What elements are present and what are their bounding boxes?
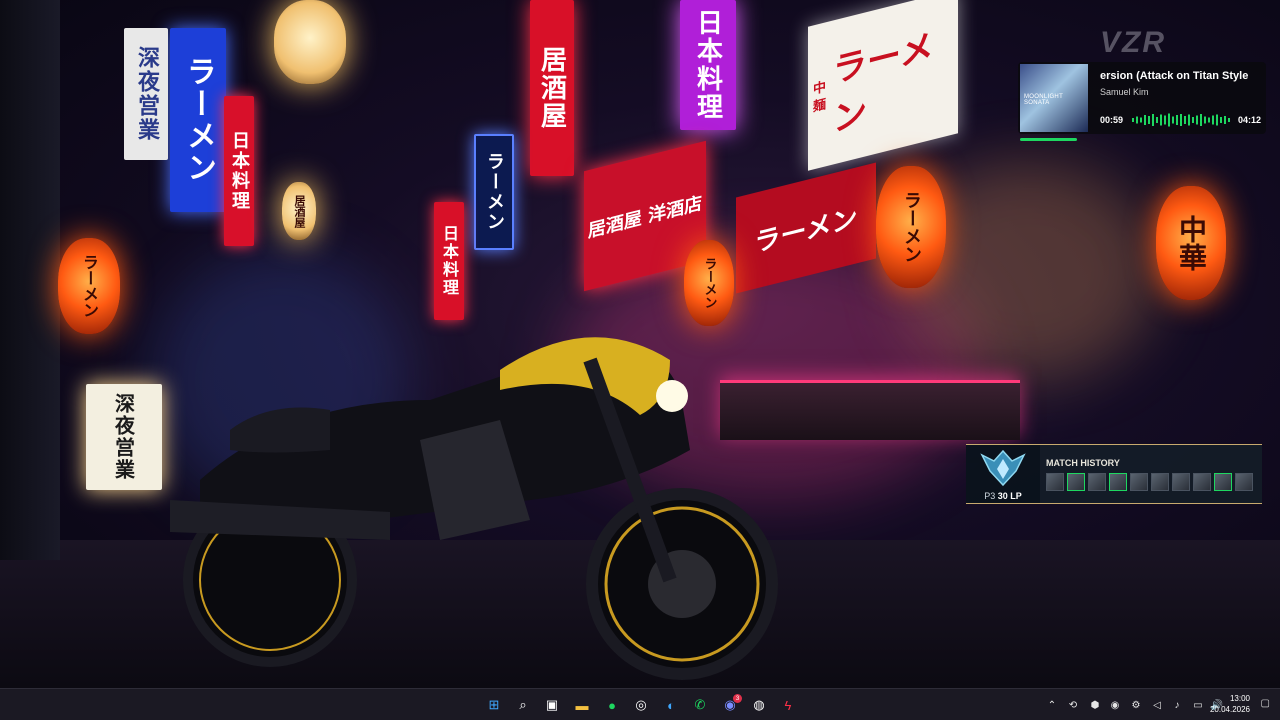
album-cover: MOONLIGHT SONATA [1020,64,1088,132]
rank-emblem-icon [980,449,1026,487]
match-history-widget[interactable]: P3 30 LP MATCH HISTORY [966,444,1262,504]
visualizer-bar [1188,114,1190,126]
search-icon[interactable]: ⌕ [513,695,533,715]
lantern-chuka: 中華 [1156,186,1226,300]
motorcycle-image [170,337,778,680]
lantern-izakaya: 居酒屋 [282,182,316,240]
discord-tray-icon[interactable]: ◉ [1108,698,1122,712]
track-title: ersion (Attack on Titan Style [1100,70,1249,82]
clock[interactable]: 13:00 20.04.2026 [1210,693,1250,715]
visualizer-bar [1200,114,1202,126]
lp-value: 30 LP [997,491,1022,501]
sign-ramen-white: 中 麺 ラーメン [808,0,958,171]
discord-badge: 3 [733,694,742,703]
match-champion-icon[interactable] [1214,473,1232,491]
rank-lp: P3 30 LP [966,491,1040,501]
brand-logo: VZR [1100,26,1166,59]
visualizer-bar [1216,114,1218,126]
visualizer-bar [1160,114,1162,126]
sign-izakaya: 居酒屋 [530,0,574,176]
music-widget[interactable]: MOONLIGHT SONATA ersion (Attack on Titan… [1018,62,1266,134]
clock-date: 20.04.2026 [1209,705,1250,714]
spotify-icon[interactable]: ● [602,695,622,715]
visualizer-bar [1196,115,1198,125]
visualizer-bar [1136,116,1138,124]
track-artist: Samuel Kim [1100,87,1149,97]
match-champion-icon[interactable] [1235,473,1253,491]
sign-ramen-white-text: ラーメン [833,26,934,141]
track-duration: 04:12 [1238,115,1262,125]
match-champion-icon[interactable] [1067,473,1085,491]
windows-start-icon[interactable]: ⊞ [484,695,504,715]
notification-icon[interactable]: ▢ [1261,698,1270,709]
visualizer-bar [1168,113,1170,127]
visualizer-bar [1220,117,1222,123]
chevron-up-icon[interactable]: ⌃ [1045,698,1059,712]
sign-late-night-box: 深夜営業 [86,384,162,490]
visualizer-bar [1172,116,1174,124]
app-lightning-icon[interactable]: ϟ [778,695,798,715]
lantern-ramen-stall: ラーメン [876,166,946,288]
rank-tier: P3 [984,491,996,501]
steam-icon[interactable]: ◎ [631,695,651,715]
visualizer-bar [1228,118,1230,122]
obs-icon[interactable]: ◍ [749,695,769,715]
visualizer-bar [1132,118,1134,122]
rank-panel: P3 30 LP [966,445,1040,503]
lantern-left: ラーメン [58,238,120,334]
tray-app-icon-1[interactable]: ⟲ [1066,698,1080,712]
visualizer-bar [1164,115,1166,125]
volume-tray-icon[interactable]: ◁ [1150,698,1164,712]
track-progress-fill [1020,138,1077,141]
network-icon[interactable]: ▭ [1191,698,1205,712]
match-history-header: MATCH HISTORY [1046,458,1120,468]
audio-visualizer [1132,113,1230,127]
tray-app-icon-2[interactable]: ⬢ [1088,698,1102,712]
match-champion-icon[interactable] [1130,473,1148,491]
visualizer-bar [1180,114,1182,126]
visualizer-bar [1156,117,1158,123]
visualizer-bar [1224,116,1226,124]
sign-ramen-vertical: ラーメン [474,134,514,250]
match-champion-icon[interactable] [1172,473,1190,491]
match-champion-icon[interactable] [1109,473,1127,491]
visualizer-bar [1212,115,1214,125]
visualizer-bar [1148,116,1150,124]
lantern-top [274,0,346,84]
file-explorer-icon[interactable]: ▬ [572,695,592,715]
visualizer-bar [1192,117,1194,123]
tray-app-icon-3[interactable]: ⚙ [1129,698,1143,712]
visualizer-bar [1184,116,1186,124]
edge-icon[interactable]: ◐ [661,695,681,715]
clock-time: 13:00 [1229,694,1250,703]
match-champion-icon[interactable] [1088,473,1106,491]
taskbar: ⊞ ⌕ ▣ ▬ ● ◎ ◐ ✆ ◉ ◍ ϟ 3 ⌃ ⟲ ⬢ ◉ ⚙ ◁ ♪ ▭ 🔊 13:00 20.04.2026… [0,688,1280,720]
visualizer-bar [1176,115,1178,125]
match-champion-icon[interactable] [1046,473,1064,491]
visualizer-bar [1152,114,1154,126]
visualizer-bar [1208,117,1210,123]
match-champion-icon[interactable] [1151,473,1169,491]
microphone-icon[interactable]: ♪ [1170,698,1184,712]
sign-japanese-cuisine: 日本料理 [224,96,254,246]
match-results [1046,473,1253,491]
sign-nihon-ryori: 日本料理 [680,0,736,130]
sign-ramen-left: ラーメン [170,28,226,212]
visualizer-bar [1204,116,1206,124]
sign-late-night: 深夜営業 [124,28,168,160]
visualizer-bar [1144,115,1146,125]
elapsed-time: 00:59 [1100,115,1124,125]
sign-chuka-men: 中 麺 [810,79,825,114]
visualizer-bar [1140,117,1142,123]
track-progress-bar[interactable] [1020,138,1266,141]
album-cover-text: MOONLIGHT SONATA [1024,94,1063,106]
match-champion-icon[interactable] [1193,473,1211,491]
whatsapp-icon[interactable]: ✆ [690,695,710,715]
microsoft-store-icon[interactable]: ▣ [542,695,562,715]
left-building [0,0,60,560]
